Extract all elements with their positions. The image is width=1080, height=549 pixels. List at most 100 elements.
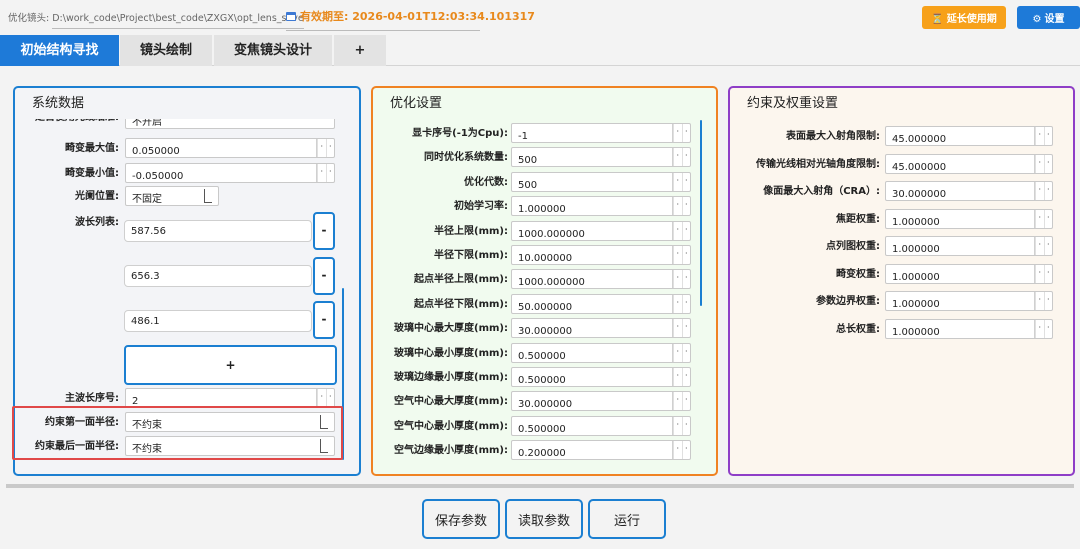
spin-down-icon[interactable]: · <box>1035 237 1044 255</box>
constraints-input[interactable]: 1.000000 · · <box>885 318 1053 339</box>
tab-initial-structure[interactable]: 初始结构寻找 <box>0 35 119 66</box>
spin-down-icon[interactable]: · <box>673 246 682 264</box>
spin-up-icon[interactable]: · <box>1043 127 1053 145</box>
spin-up-icon[interactable]: · <box>325 164 335 182</box>
spin-down-icon[interactable]: · <box>673 319 682 338</box>
spin-down-icon[interactable]: · <box>673 148 682 167</box>
tab-add[interactable]: + <box>334 35 386 66</box>
spinner[interactable]: · · <box>672 197 691 216</box>
spin-up-icon[interactable]: · <box>1043 319 1053 338</box>
spin-up-icon[interactable]: · <box>1043 292 1053 310</box>
spin-up-icon[interactable]: · <box>681 343 691 362</box>
spinner[interactable]: · · <box>672 392 690 411</box>
spin-down-icon[interactable]: · <box>673 197 682 216</box>
spinner[interactable]: · · <box>672 294 691 313</box>
spin-up-icon[interactable]: · <box>325 139 335 157</box>
distortion-min-spinner[interactable]: · · <box>316 164 334 182</box>
spin-down-icon[interactable]: · <box>673 343 682 362</box>
spinner[interactable]: · · <box>672 172 691 191</box>
spin-down-icon[interactable]: · <box>1035 209 1044 228</box>
distortion-max-input[interactable]: 0.050000 · · <box>125 138 335 158</box>
spin-down-icon[interactable]: · <box>673 441 682 460</box>
spin-up-icon[interactable]: · <box>1043 237 1053 255</box>
optimization-input[interactable]: 0.500000 · · <box>511 367 691 387</box>
spin-down-icon[interactable]: · <box>673 124 682 142</box>
wavelength-item-3[interactable]: 486.1 <box>124 310 312 332</box>
optimization-input[interactable]: 1.000000 · · <box>511 196 691 217</box>
remove-wavelength-3-button[interactable]: - <box>313 301 335 339</box>
constraints-input[interactable]: 1.000000 · · <box>885 236 1053 256</box>
extend-usage-button[interactable]: ⏳ 延长使用期 <box>922 6 1006 29</box>
optimization-input[interactable]: 10.000000 · · <box>511 245 691 265</box>
tab-lens-drawing[interactable]: 镜头绘制 <box>120 35 212 66</box>
constraints-input[interactable]: 1.000000 · · <box>885 263 1053 284</box>
spinner[interactable]: · · <box>672 221 691 240</box>
spin-down-icon[interactable]: · <box>673 221 682 240</box>
stop-position-combo[interactable]: 不固定 <box>125 186 219 206</box>
spinner[interactable]: · · <box>672 270 691 289</box>
spin-up-icon[interactable]: · <box>681 270 691 289</box>
spinner[interactable]: · · <box>1034 292 1052 310</box>
spin-down-icon[interactable]: · <box>1035 154 1044 173</box>
spin-up-icon[interactable]: · <box>1043 209 1053 228</box>
optimization-scrollbar[interactable] <box>700 120 702 306</box>
add-wavelength-button[interactable]: + <box>124 345 337 385</box>
spinner[interactable]: · · <box>1034 154 1052 173</box>
spin-up-icon[interactable]: · <box>681 416 691 435</box>
spin-up-icon[interactable]: · <box>681 124 691 142</box>
constraints-input[interactable]: 1.000000 · · <box>885 208 1053 229</box>
spin-up-icon[interactable]: · <box>681 197 691 216</box>
spin-down-icon[interactable]: · <box>317 389 326 407</box>
optimization-input[interactable]: 1000.000000 · · <box>511 220 691 241</box>
distortion-min-input[interactable]: -0.050000 · · <box>125 163 335 183</box>
spin-down-icon[interactable]: · <box>1035 292 1044 310</box>
spinner[interactable]: · · <box>1034 319 1053 338</box>
spinner[interactable]: · · <box>672 246 690 264</box>
optimization-input[interactable]: 30.000000 · · <box>511 391 691 412</box>
spin-down-icon[interactable]: · <box>1035 264 1044 283</box>
main-wavelength-spinner[interactable]: · · <box>316 389 334 407</box>
spinner[interactable]: · · <box>1034 127 1052 145</box>
spin-up-icon[interactable]: · <box>681 221 691 240</box>
spinner[interactable]: · · <box>1034 182 1052 200</box>
constraints-input[interactable]: 30.000000 · · <box>885 181 1053 201</box>
spinner[interactable]: · · <box>672 124 690 142</box>
optimization-input[interactable]: 50.000000 · · <box>511 293 691 314</box>
spin-up-icon[interactable]: · <box>325 389 335 407</box>
spin-down-icon[interactable]: · <box>673 172 682 191</box>
spin-down-icon[interactable]: · <box>1035 127 1044 145</box>
spin-up-icon[interactable]: · <box>681 172 691 191</box>
ray-aiming-combo[interactable]: 不开启 <box>125 119 335 129</box>
spinner[interactable]: · · <box>672 416 691 435</box>
run-button[interactable]: 运行 <box>588 499 666 539</box>
optimization-input[interactable]: 1000.000000 · · <box>511 269 691 290</box>
spin-up-icon[interactable]: · <box>681 246 691 264</box>
spinner[interactable]: · · <box>672 319 690 338</box>
spin-up-icon[interactable]: · <box>681 148 691 167</box>
constraints-input[interactable]: 45.000000 · · <box>885 153 1053 174</box>
spin-down-icon[interactable]: · <box>673 270 682 289</box>
spin-down-icon[interactable]: · <box>673 416 682 435</box>
spin-down-icon[interactable]: · <box>673 294 682 313</box>
spinner[interactable]: · · <box>1034 209 1053 228</box>
distortion-max-spinner[interactable]: · · <box>316 139 334 157</box>
settings-button[interactable]: ⚙ 设置 <box>1017 6 1080 29</box>
constraints-input[interactable]: 1.000000 · · <box>885 291 1053 311</box>
spin-up-icon[interactable]: · <box>681 294 691 313</box>
spin-up-icon[interactable]: · <box>681 368 691 386</box>
optimization-input[interactable]: 30.000000 · · <box>511 318 691 339</box>
spinner[interactable]: · · <box>1034 237 1052 255</box>
main-wavelength-input[interactable]: 2 · · <box>125 388 335 408</box>
spinner[interactable]: · · <box>672 343 691 362</box>
spinner[interactable]: · · <box>672 368 690 386</box>
save-params-button[interactable]: 保存参数 <box>422 499 500 539</box>
load-params-button[interactable]: 读取参数 <box>505 499 583 539</box>
spin-down-icon[interactable]: · <box>317 164 326 182</box>
optimization-input[interactable]: 500 · · <box>511 147 691 168</box>
wavelength-item-1[interactable]: 587.56 <box>124 220 312 242</box>
spin-down-icon[interactable]: · <box>1035 319 1044 338</box>
spinner[interactable]: · · <box>1034 264 1052 283</box>
optimization-input[interactable]: 0.500000 · · <box>511 415 691 436</box>
spin-down-icon[interactable]: · <box>317 139 326 157</box>
remove-wavelength-2-button[interactable]: - <box>313 257 335 295</box>
